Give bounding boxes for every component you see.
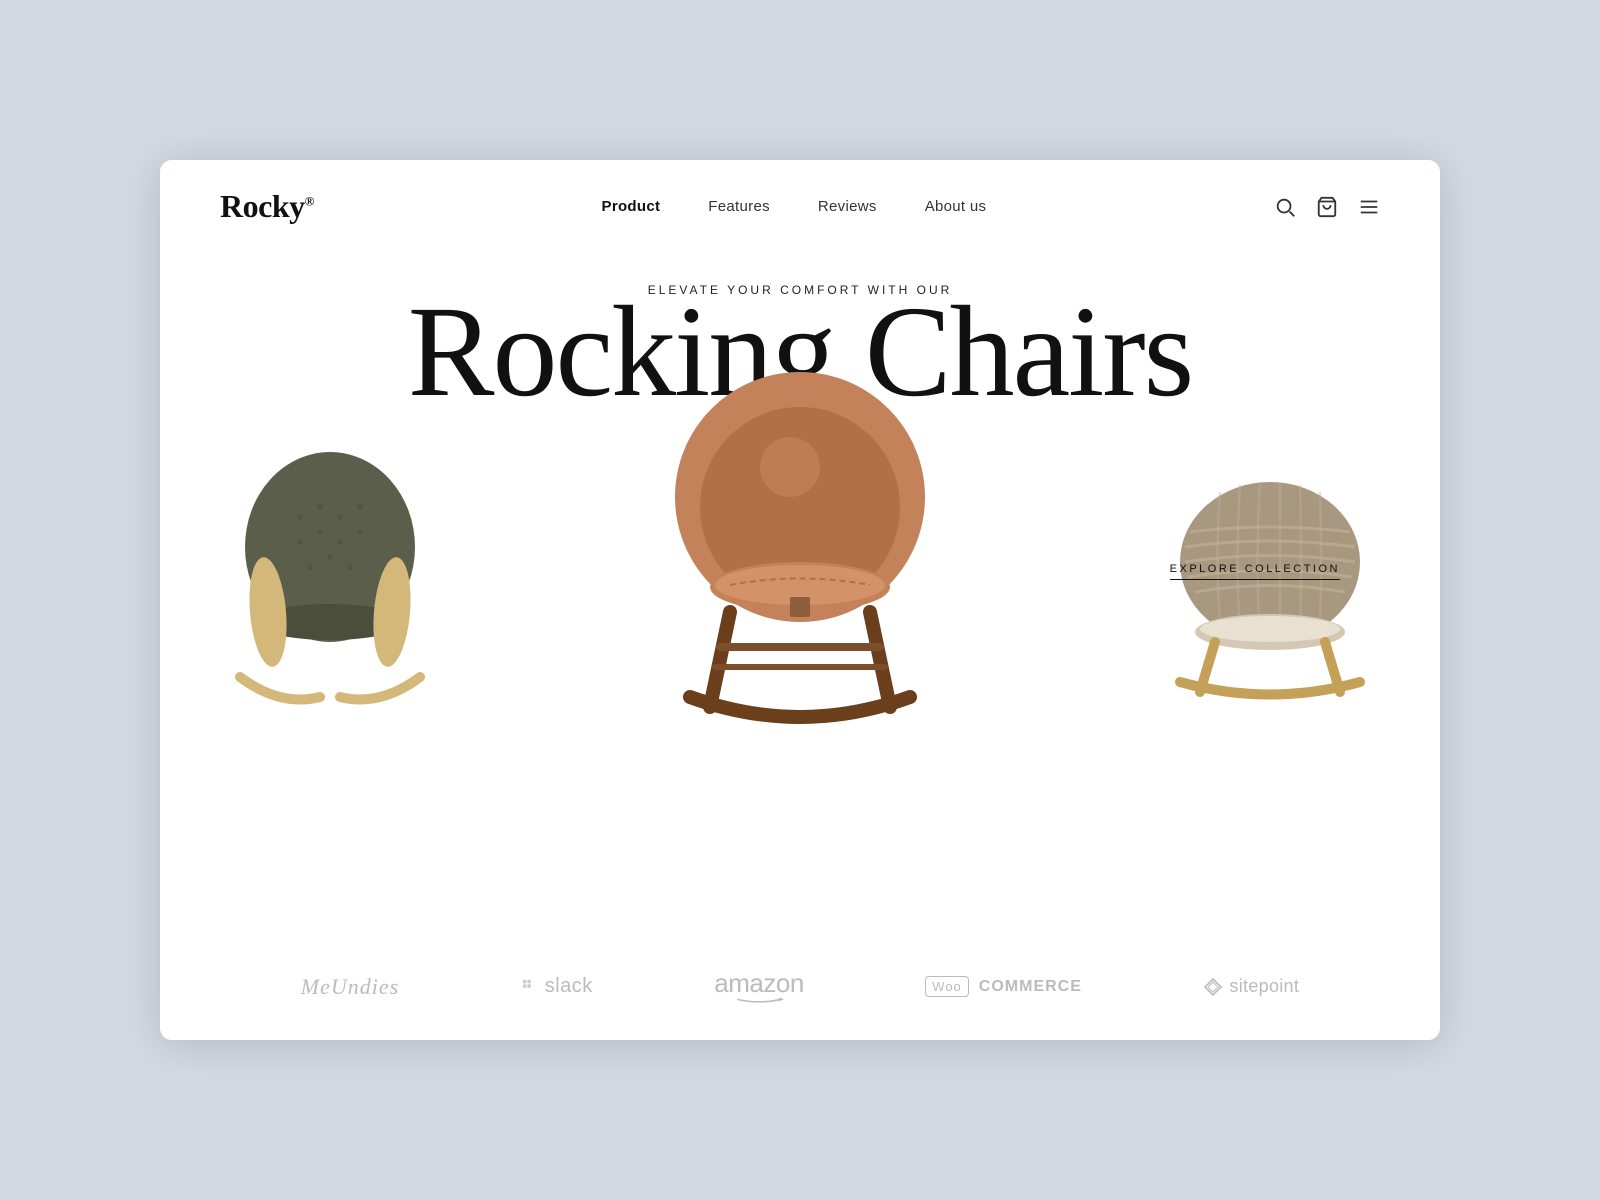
chairs-row bbox=[160, 357, 1440, 737]
brand-woocommerce: Woo COMMERCE bbox=[925, 976, 1082, 997]
amazon-arrow-icon bbox=[734, 995, 784, 1005]
nav-item-product[interactable]: Product bbox=[602, 198, 661, 216]
chair-left-svg bbox=[220, 437, 440, 717]
meundies-text: MeUndies bbox=[301, 974, 399, 1000]
sitepoint-text: sitepoint bbox=[1229, 976, 1299, 997]
logo-text: Rocky bbox=[220, 188, 305, 224]
nav-link-features[interactable]: Features bbox=[708, 198, 770, 215]
logo[interactable]: Rocky® bbox=[220, 188, 314, 225]
nav-item-aboutus[interactable]: About us bbox=[925, 198, 987, 216]
brand-amazon: amazon bbox=[714, 968, 804, 1005]
explore-btn-wrap[interactable]: EXPLORE COLLECTION bbox=[1170, 563, 1340, 580]
nav-links: Product Features Reviews About us bbox=[602, 198, 987, 216]
hero-subtitle: ELEVATE YOUR COMFORT WITH OUR bbox=[648, 283, 953, 297]
chair-center-svg bbox=[650, 357, 950, 737]
nav-item-features[interactable]: Features bbox=[708, 198, 770, 216]
woocommerce-text: COMMERCE bbox=[979, 978, 1082, 996]
hero-section: ELEVATE YOUR COMFORT WITH OUR Rocking Ch… bbox=[160, 253, 1440, 933]
menu-icon[interactable] bbox=[1358, 196, 1380, 218]
chair-center bbox=[650, 357, 950, 737]
sitepoint-icon bbox=[1203, 977, 1223, 997]
nav-item-reviews[interactable]: Reviews bbox=[818, 198, 877, 216]
brand-meundies: MeUndies bbox=[301, 974, 399, 1000]
explore-collection-button[interactable]: EXPLORE COLLECTION bbox=[1170, 563, 1340, 580]
nav-icons bbox=[1274, 196, 1380, 218]
woo-badge: Woo bbox=[925, 976, 969, 997]
search-icon[interactable] bbox=[1274, 196, 1296, 218]
brands-section: MeUndies slack amazon Woo COMMERCE bbox=[160, 933, 1440, 1040]
brand-sitepoint: sitepoint bbox=[1203, 976, 1299, 997]
browser-frame: Rocky® Product Features Reviews About us bbox=[160, 160, 1440, 1040]
brand-slack: slack bbox=[521, 975, 593, 998]
nav-link-product[interactable]: Product bbox=[602, 198, 661, 215]
nav-link-reviews[interactable]: Reviews bbox=[818, 198, 877, 215]
cart-icon[interactable] bbox=[1316, 196, 1338, 218]
slack-text: slack bbox=[545, 975, 593, 998]
chair-right-svg bbox=[1160, 467, 1380, 707]
chair-right bbox=[1160, 467, 1380, 707]
logo-sup: ® bbox=[305, 193, 314, 208]
slack-icon bbox=[521, 978, 539, 996]
nav-link-aboutus[interactable]: About us bbox=[925, 198, 987, 215]
chair-left bbox=[220, 437, 440, 717]
navbar: Rocky® Product Features Reviews About us bbox=[160, 160, 1440, 253]
